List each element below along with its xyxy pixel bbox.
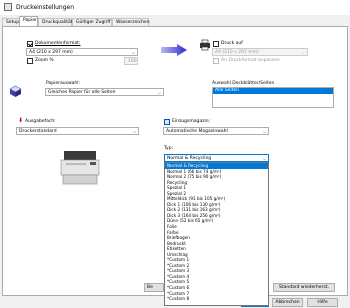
arrow-right-icon [161,44,187,56]
type-label: Typ: [164,146,174,151]
type-value: Normal & Recycling [167,156,212,161]
type-dropdown-list[interactable]: Normal & Recycling Normal 1 (66 bis 74 g/… [164,162,269,306]
print-on-value: A4 (210 x 297 mm) [215,50,259,55]
output-tray-value: Druckerstandard [19,129,57,134]
chevron-down-icon: ⌵ [301,50,305,55]
document-format-select[interactable]: A4 (210 x 297 mm) ⌵ [26,48,138,56]
chevron-down-icon: ⌵ [262,129,266,134]
print-on-label: Druck auf [221,41,243,46]
paper-selection-select[interactable]: Gleiches Papier für alle Seiten ⌵ [45,88,164,96]
cancel-button[interactable]: Abbrechen [272,298,303,307]
restore-defaults-button[interactable]: Standard wiederherst. [273,283,335,292]
output-tray-select[interactable]: Druckerstandard ⌵ [16,127,139,135]
tray-icon [164,119,170,125]
input-tray-label: Einzugsmagazin: [172,119,211,124]
type-select[interactable]: Normal & Recycling ⌵ [164,154,269,162]
paper-stack-icon [9,85,22,97]
window-title: Druckeinstellungen [16,4,75,11]
paper-selection-label: Papierauswahl: [46,81,81,86]
fit-to-paper-label: An Druckformat anpassen [221,58,280,63]
tab-paper[interactable]: Papier [19,16,38,26]
partial-hidden-button[interactable]: Be [144,283,164,292]
document-format-checkbox[interactable] [27,41,33,47]
tab-watermark[interactable]: Wasserzeichen [112,18,150,26]
document-format-label: Dokumentenformat: [35,41,81,46]
cover-pages-label: Auswahl Deckblätter/Seiten [212,81,275,86]
zoom-label: Zoom % [35,58,54,63]
arrow-down-red-icon: ⬇ [18,117,24,124]
chevron-down-icon: ⌵ [157,90,161,95]
zoom-checkbox[interactable] [27,58,33,64]
help-button[interactable]: Hilfe [307,298,338,307]
fit-to-paper-checkbox[interactable] [213,58,219,64]
output-tray-label: Ausgabefach: [25,119,56,124]
print-on-checkbox[interactable] [213,41,219,47]
input-tray-value: Automatische Magazinwahl [166,129,228,134]
printer-app-icon [4,3,12,11]
print-on-select[interactable]: A4 (210 x 297 mm) ⌵ [212,48,308,56]
list-item-all-pages[interactable]: Alle Seiten [213,88,333,94]
chevron-down-icon: ⌵ [132,129,136,134]
document-format-value: A4 (210 x 297 mm) [29,50,73,55]
cover-pages-list[interactable]: Alle Seiten [212,87,334,108]
printer-small-icon [200,39,210,51]
tab-print-quality[interactable]: Druckqualität [38,18,73,26]
tab-setup[interactable]: Setup [2,18,20,26]
tab-valid-access[interactable]: Gültiger Zugriff [72,18,112,26]
zoom-input[interactable]: 100 [124,57,138,65]
paper-selection-value: Gleiches Papier für alle Seiten [48,90,116,95]
title-bar: Druckeinstellungen [0,0,350,15]
chevron-down-icon: ⌵ [131,50,135,55]
printer-image [60,151,100,185]
chevron-down-icon: ⌵ [262,156,266,161]
input-tray-select[interactable]: Automatische Magazinwahl ⌵ [163,127,269,135]
type-option[interactable]: *Custom 8 [165,296,268,302]
